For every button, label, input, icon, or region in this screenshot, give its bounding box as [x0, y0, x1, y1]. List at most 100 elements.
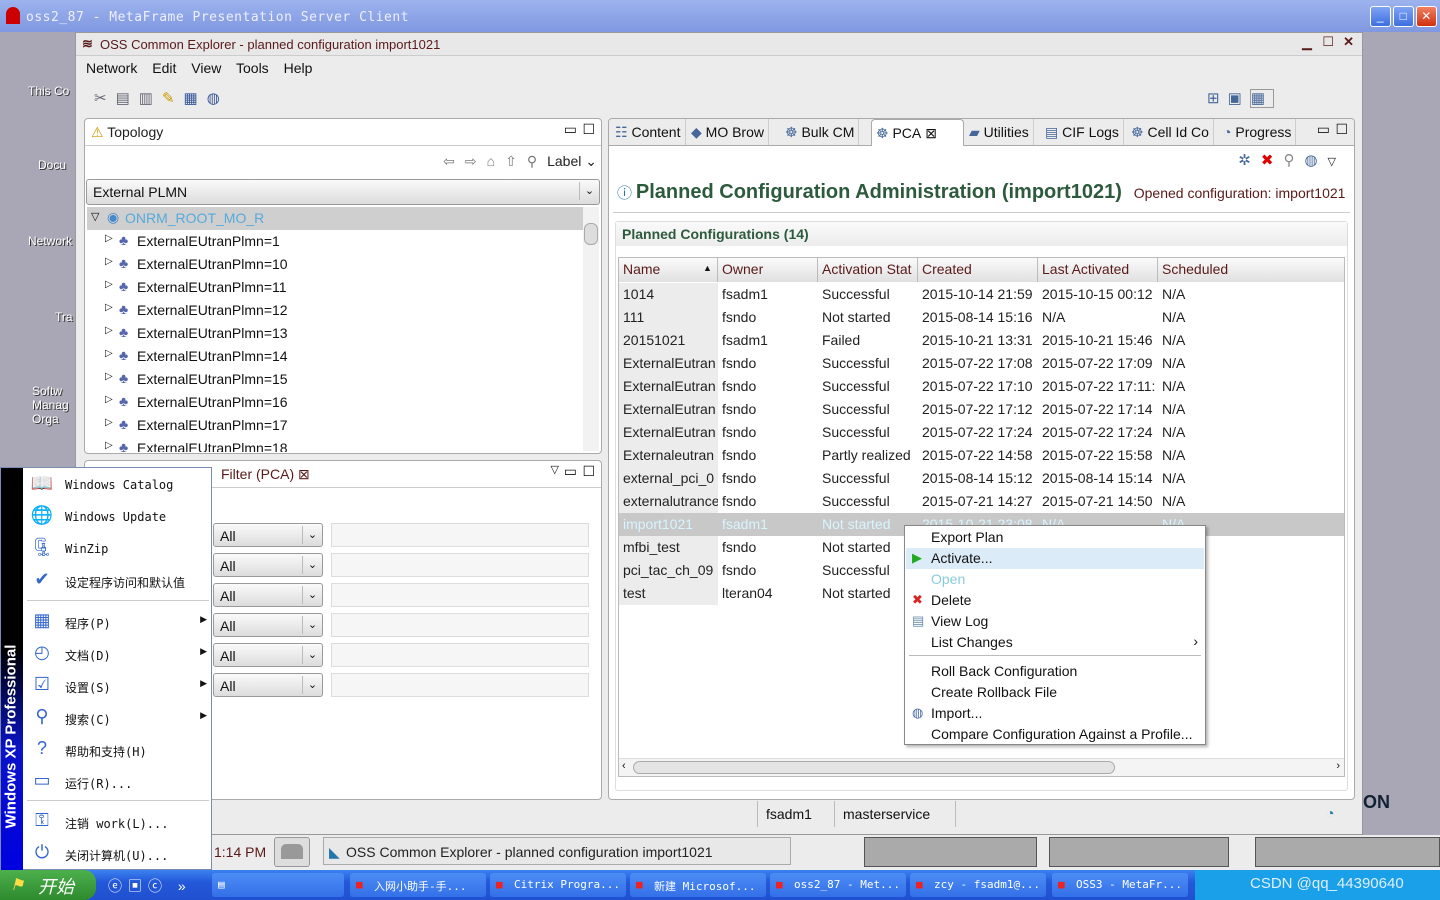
maximize-view-icon[interactable]: ☐ [582, 121, 595, 138]
column-header-created[interactable]: Created [918, 258, 1038, 282]
taskbar-button[interactable]: ■ oss2_87 - Met... [770, 873, 906, 897]
table-row[interactable]: Externaleutran fsndo Partly realized 2015-0… [619, 444, 1344, 467]
copy-icon[interactable]: ▤ [116, 90, 139, 107]
app-close-button[interactable]: ✕ [1343, 34, 1354, 50]
column-header-activation-stat[interactable]: Activation Stat [818, 258, 918, 282]
filter-select[interactable]: All ⌄ [213, 583, 323, 607]
menu-tools[interactable]: Tools [236, 60, 269, 76]
filter-select[interactable]: All ⌄ [213, 523, 323, 547]
filter-select[interactable]: All ⌄ [213, 613, 323, 637]
label-dropdown[interactable]: Label ⌄ [547, 153, 597, 169]
start-menu-item[interactable]: 📖 Windows Catalog [23, 470, 211, 500]
menu-view[interactable]: View [191, 60, 221, 76]
start-menu-item[interactable]: ☑ 设置(S) ▶ [23, 671, 211, 701]
start-menu-item[interactable]: 🗜 WinZip [23, 534, 211, 564]
cut-icon[interactable]: ✂ [94, 90, 116, 107]
tab-progress[interactable]: ◔ Progress [1219, 119, 1297, 145]
expand-icon[interactable]: ▷ [105, 233, 113, 244]
context-menu-item-delete[interactable]: ✖ Delete [906, 590, 1204, 611]
expand-icon[interactable]: ▷ [105, 440, 113, 451]
context-menu-item-create-rollback-file[interactable]: Create Rollback File [906, 682, 1204, 703]
table-row[interactable]: 20151021 fsadm1 Failed 2015-10-21 13:31 2015… [619, 329, 1344, 352]
tab-cell-id-co[interactable]: ☸ Cell Id Co [1127, 119, 1214, 145]
paste-icon[interactable]: ▥ [139, 90, 162, 107]
forward-icon[interactable]: ⇨ [465, 153, 487, 169]
perspective-icon[interactable]: ▣ [1228, 90, 1250, 107]
context-menu-item-activate[interactable]: ▶ Activate... [906, 548, 1204, 569]
tree-item[interactable]: ▷ ♣ ExternalEUtranPlmn=13 [103, 322, 573, 345]
table-row[interactable]: 1014 fsadm1 Successful 2015-10-14 21:59 2015… [619, 283, 1344, 306]
verify-icon[interactable]: ◍ [207, 90, 229, 107]
scrollbar-thumb[interactable] [584, 223, 598, 245]
workspace-switcher-1[interactable] [864, 837, 1037, 867]
desktop-icon-network[interactable]: Network [28, 234, 72, 248]
scroll-right-icon[interactable]: › [1336, 760, 1340, 772]
filter-value-input[interactable] [331, 523, 589, 547]
menu-edit[interactable]: Edit [152, 60, 176, 76]
expand-icon[interactable]: ▷ [105, 279, 113, 290]
progress-icon[interactable]: ◔ [1326, 805, 1334, 821]
tab-mo-brow[interactable]: ◆ MO Brow [687, 119, 769, 145]
maximize-button[interactable]: □ [1393, 6, 1414, 27]
column-header-owner[interactable]: Owner [718, 258, 818, 282]
tab-bulk-cm[interactable]: ☸ Bulk CM [781, 119, 860, 145]
search-icon[interactable]: ⚲ [527, 153, 547, 169]
minimize-view-icon[interactable]: ▭ [564, 121, 577, 138]
close-tab-icon[interactable]: ⊠ [298, 466, 310, 482]
menu-network[interactable]: Network [86, 60, 137, 76]
taskbar-button[interactable]: ■ 入网小助手-手... [350, 873, 486, 897]
expand-icon[interactable]: ▷ [105, 371, 113, 382]
workspace-switcher-2[interactable] [1049, 837, 1229, 867]
start-menu-item[interactable]: ▭ 运行(R)... [23, 767, 211, 797]
table-row[interactable]: ExternalEutran fsndo Successful 2015-07-22 … [619, 421, 1344, 444]
close-tab-icon[interactable]: ⊠ [925, 125, 937, 141]
table-row[interactable]: ExternalEutran fsndo Successful 2015-07-22 … [619, 375, 1344, 398]
desktop-icon-trash[interactable]: Tra [55, 310, 73, 324]
menu-help[interactable]: Help [284, 60, 313, 76]
workspace-switcher-3[interactable] [1255, 837, 1440, 867]
filter-value-input[interactable] [331, 583, 589, 607]
start-menu-item[interactable]: 🌐 Windows Update [23, 502, 211, 532]
context-menu-item-roll-back-configuration[interactable]: Roll Back Configuration [906, 661, 1204, 682]
desktop-icon-computer[interactable]: This Co [28, 84, 69, 98]
pca-icon[interactable]: ▦ [184, 90, 207, 107]
tab-pca[interactable]: ☸ PCA ⊠ [871, 119, 964, 146]
view-menu-icon[interactable]: ▽ [551, 463, 559, 476]
tab-filter-pca[interactable]: Filter (PCA) ⊠ [217, 461, 314, 487]
taskbar-button[interactable]: ▤ [212, 873, 344, 897]
tab-utilities[interactable]: ▰ Utilities [965, 119, 1034, 145]
context-menu-item-view-log[interactable]: ▤ View Log [906, 611, 1204, 632]
tree-item[interactable]: ▷ ♣ ExternalEUtranPlmn=15 [103, 368, 573, 391]
filter-value-input[interactable] [331, 673, 589, 697]
maximize-view-icon[interactable]: ☐ [1335, 121, 1348, 138]
new-config-icon[interactable]: ✲ [1238, 152, 1261, 169]
start-button[interactable]: ⚑ 开始 [0, 870, 96, 900]
filter-value-input[interactable] [331, 613, 589, 637]
tab-cif-logs[interactable]: ▤ CIF Logs [1041, 119, 1124, 145]
minimize-button[interactable]: _ [1370, 6, 1391, 27]
filter-select[interactable]: All ⌄ [213, 553, 323, 577]
open-perspective-icon[interactable]: ⊞ [1207, 90, 1228, 107]
scope-select[interactable]: External PLMN ⌄ [86, 179, 600, 205]
table-row[interactable]: 111 fsndo Not started 2015-08-14 15:16 N/A N/… [619, 306, 1344, 329]
expand-icon[interactable]: ▷ [105, 256, 113, 267]
filter-select[interactable]: All ⌄ [213, 643, 323, 667]
wand-icon[interactable]: ✎ [162, 90, 184, 107]
remote-window-button[interactable]: ◣ OSS Common Explorer - planned configura… [323, 837, 791, 865]
desktop-icon-documents[interactable]: Docu [38, 158, 66, 172]
close-button[interactable]: ✕ [1416, 6, 1437, 27]
tree-scrollbar[interactable] [583, 207, 599, 451]
delete-icon[interactable]: ✖ [1261, 152, 1284, 169]
quick-launch[interactable]: ⓔ▣ⓒ » [108, 876, 192, 896]
active-perspective-icon[interactable]: ▦ [1249, 89, 1274, 108]
column-header-last-activated[interactable]: Last Activated [1038, 258, 1158, 282]
start-menu-item[interactable]: ⚲ 搜索(C) ▶ [23, 703, 211, 733]
tree-item[interactable]: ▷ ♣ ExternalEUtranPlmn=10 [103, 253, 573, 276]
filter-value-input[interactable] [331, 553, 589, 577]
context-menu-item-import[interactable]: ◍ Import... [906, 703, 1204, 724]
start-menu-item[interactable]: ? 帮助和支持(H) [23, 735, 211, 765]
app-maximize-button[interactable]: ☐ [1322, 34, 1334, 50]
tree-root-row[interactable]: ▽ ◉ ONRM_ROOT_MO_R [87, 207, 583, 230]
table-row[interactable]: ExternalEutran fsndo Successful 2015-07-22 … [619, 398, 1344, 421]
tab-topology[interactable]: ⚠ Topology [87, 119, 167, 145]
